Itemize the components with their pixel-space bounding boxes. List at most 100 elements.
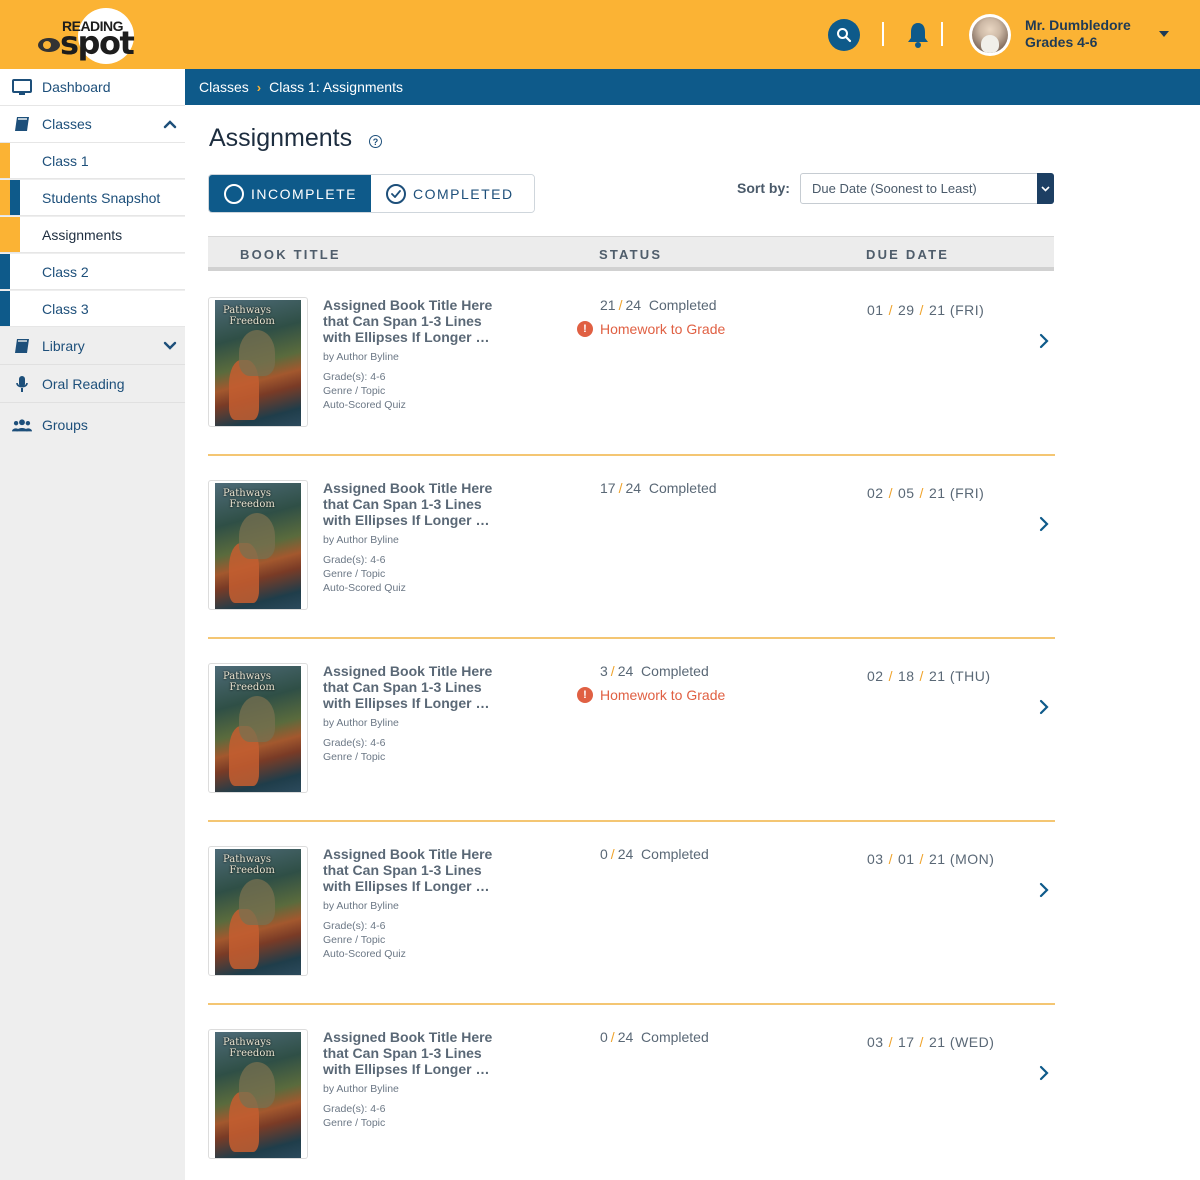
sidebar-item-label: Class 1: [42, 152, 89, 169]
completed-label: Completed: [641, 1029, 709, 1045]
user-menu-caret-icon[interactable]: [1159, 31, 1169, 37]
tab-incomplete[interactable]: INCOMPLETE: [209, 175, 371, 212]
total-count: 24: [617, 1029, 634, 1045]
book-title[interactable]: Assigned Book Title Here that Can Span 1…: [323, 480, 503, 528]
sidebar-item-class-3[interactable]: Class 3: [0, 291, 185, 327]
book-genre: Genre / Topic: [323, 1117, 386, 1129]
chevron-right-icon[interactable]: [1038, 882, 1050, 898]
due-year: 21: [928, 1034, 946, 1050]
due-month: 02: [867, 668, 884, 684]
chevron-up-icon[interactable]: [163, 119, 177, 129]
table-row[interactable]: Pathways Freedom Assigned Book Title Her…: [208, 456, 1054, 639]
due-date: 03/01/21 (MON): [867, 851, 994, 867]
sidebar-item-library[interactable]: Library: [0, 328, 185, 365]
completion-status: 17/24 Completed: [600, 480, 717, 496]
due-date: 03/17/21 (WED): [867, 1034, 994, 1050]
due-day: 29: [897, 302, 915, 318]
class-color-bar: [0, 291, 10, 326]
chevron-right-icon[interactable]: [1038, 333, 1050, 349]
sidebar-item-class-2[interactable]: Class 2: [0, 254, 185, 290]
alert-icon: !: [577, 321, 593, 337]
chevron-down-icon[interactable]: [1037, 173, 1054, 204]
sidebar-item-label: Class 3: [42, 300, 89, 317]
sidebar-item-assignments[interactable]: Assignments: [0, 217, 185, 253]
help-icon[interactable]: ?: [369, 135, 382, 148]
sidebar-item-classes[interactable]: Classes: [0, 106, 185, 143]
tab-completed[interactable]: COMPLETED: [371, 175, 534, 212]
slash-separator: /: [618, 297, 623, 313]
book-genre: Genre / Topic: [323, 934, 386, 946]
completed-count: 0: [600, 846, 608, 862]
sidebar-item-label: Class 2: [42, 263, 89, 280]
slash-separator: /: [610, 663, 615, 679]
due-weekday: (FRI): [949, 485, 985, 501]
user-grades[interactable]: Grades 4-6: [1025, 34, 1097, 50]
book-cover-image: Pathways Freedom: [215, 483, 301, 609]
column-header-status[interactable]: STATUS: [599, 247, 662, 262]
homework-to-grade[interactable]: ! Homework to Grade: [577, 687, 725, 703]
due-weekday: (WED): [949, 1034, 995, 1050]
table-row[interactable]: Pathways Freedom Assigned Book Title Her…: [208, 1005, 1054, 1180]
book-title[interactable]: Assigned Book Title Here that Can Span 1…: [323, 297, 503, 345]
sidebar-item-students-snapshot[interactable]: Students Snapshot: [0, 180, 185, 216]
sidebar-item-class-1[interactable]: Class 1: [0, 143, 185, 179]
breadcrumb: Classes › Class 1: Assignments: [185, 69, 1200, 105]
book-icon: [12, 115, 32, 133]
table-header: BOOK TITLE STATUS DUE DATE: [208, 236, 1054, 271]
book-title[interactable]: Assigned Book Title Here that Can Span 1…: [323, 663, 503, 711]
sidebar-item-oral-reading[interactable]: Oral Reading: [0, 366, 185, 403]
homework-to-grade[interactable]: ! Homework to Grade: [577, 321, 725, 337]
table-row[interactable]: Pathways Freedom Assigned Book Title Her…: [208, 273, 1054, 456]
microphone-icon: [12, 375, 32, 393]
slash-separator: /: [919, 1034, 924, 1050]
slash-separator: /: [888, 668, 893, 684]
due-weekday: (FRI): [949, 302, 985, 318]
due-month: 01: [867, 302, 884, 318]
completion-status: 3/24 Completed: [600, 663, 709, 679]
book-cover[interactable]: Pathways Freedom: [208, 480, 308, 610]
book-quiz: Auto-Scored Quiz: [323, 399, 406, 411]
bell-icon: [908, 23, 928, 48]
book-title[interactable]: Assigned Book Title Here that Can Span 1…: [323, 1029, 503, 1077]
book-cover-image: Pathways Freedom: [215, 666, 301, 792]
sidebar-item-label: Students Snapshot: [42, 189, 161, 206]
cover-title-line: Freedom: [229, 682, 275, 693]
book-cover[interactable]: Pathways Freedom: [208, 663, 308, 793]
avatar[interactable]: [969, 14, 1011, 56]
users-icon: [12, 416, 32, 434]
search-button[interactable]: [828, 19, 860, 51]
reading-spot-logo[interactable]: READING spot: [36, 6, 138, 64]
due-weekday: (MON): [949, 851, 995, 867]
book-grades: Grade(s): 4-6: [323, 737, 386, 749]
column-header-due-date[interactable]: DUE DATE: [866, 247, 949, 262]
sort-select[interactable]: Due Date (Soonest to Least): [800, 173, 1054, 204]
book-cover[interactable]: Pathways Freedom: [208, 1029, 308, 1159]
column-header-book-title[interactable]: BOOK TITLE: [240, 247, 341, 262]
slash-separator: /: [618, 480, 623, 496]
subsection-color-bar: [10, 180, 20, 215]
sort-selected-value: Due Date (Soonest to Least): [812, 181, 977, 196]
chevron-right-icon[interactable]: [1038, 1065, 1050, 1081]
table-row[interactable]: Pathways Freedom Assigned Book Title Her…: [208, 822, 1054, 1005]
book-cover[interactable]: Pathways Freedom: [208, 846, 308, 976]
completion-status: 0/24 Completed: [600, 1029, 709, 1045]
due-year: 21: [928, 302, 946, 318]
slash-separator: /: [919, 851, 924, 867]
row-divider: [208, 637, 1055, 639]
chevron-down-icon[interactable]: [163, 341, 177, 351]
sort-label: Sort by:: [737, 180, 790, 196]
sidebar-item-label: Classes: [42, 116, 92, 132]
book-title[interactable]: Assigned Book Title Here that Can Span 1…: [323, 846, 503, 894]
sidebar-item-dashboard[interactable]: Dashboard: [0, 69, 185, 106]
book-cover[interactable]: Pathways Freedom: [208, 297, 308, 427]
table-row[interactable]: Pathways Freedom Assigned Book Title Her…: [208, 639, 1054, 822]
homework-label: Homework to Grade: [600, 321, 726, 337]
user-name[interactable]: Mr. Dumbledore: [1025, 17, 1131, 33]
chevron-right-icon[interactable]: [1038, 516, 1050, 532]
book-byline: by Author Byline: [323, 717, 399, 729]
breadcrumb-classes-link[interactable]: Classes: [199, 79, 249, 95]
notifications-button[interactable]: [904, 20, 932, 50]
cover-title: Pathways Freedom: [223, 854, 275, 876]
sidebar-item-groups[interactable]: Groups: [0, 405, 185, 445]
chevron-right-icon[interactable]: [1038, 699, 1050, 715]
